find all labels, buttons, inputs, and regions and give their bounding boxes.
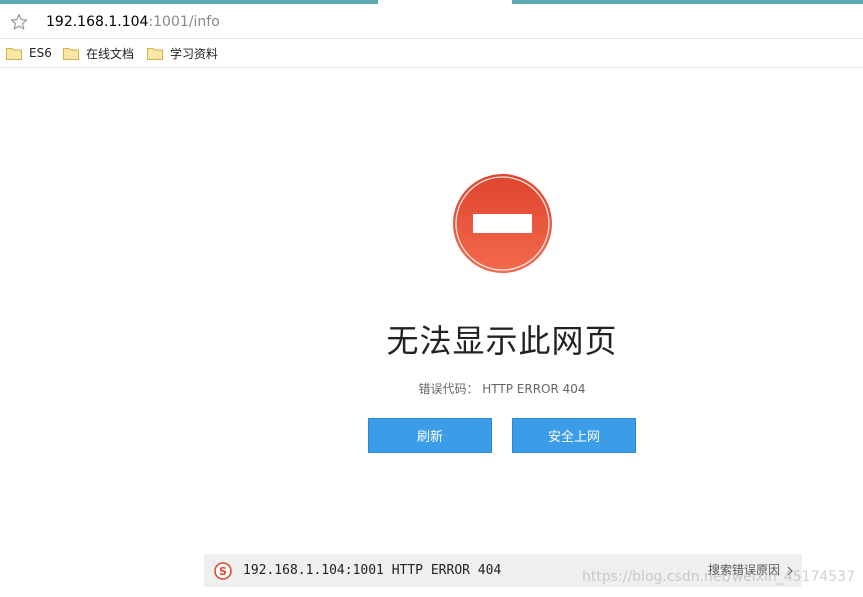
url-field[interactable]: 192.168.1.104:1001/info: [46, 13, 220, 31]
address-bar[interactable]: 192.168.1.104:1001/info: [0, 4, 863, 39]
folder-icon: [6, 47, 22, 60]
error-title: 无法显示此网页: [386, 322, 618, 360]
svg-text:S: S: [219, 565, 227, 578]
no-entry-icon: [453, 174, 552, 273]
bookmark-label: ES6: [29, 46, 52, 60]
sogou-icon: S: [214, 562, 232, 580]
error-code: 错误代码： HTTP ERROR 404: [418, 382, 586, 396]
bookmark-es6[interactable]: ES6: [6, 44, 52, 62]
url-path: :1001/info: [148, 14, 220, 30]
bookmarks-bar: ES6 在线文档 学习资料: [0, 39, 863, 68]
folder-icon: [63, 47, 79, 60]
url-host: 192.168.1.104: [46, 14, 149, 30]
bookmark-label: 在线文档: [86, 46, 135, 61]
safe-browse-button[interactable]: 安全上网: [512, 418, 636, 453]
star-icon[interactable]: [10, 13, 28, 31]
folder-icon: [147, 47, 163, 60]
bookmark-online-docs[interactable]: 在线文档: [63, 44, 134, 62]
bookmark-label: 学习资料: [170, 46, 219, 61]
watermark: https://blog.csdn.net/weixin_45174537: [581, 569, 855, 585]
bookmark-study-materials[interactable]: 学习资料: [147, 44, 218, 62]
search-query: 192.168.1.104:1001 HTTP ERROR 404: [243, 563, 502, 578]
refresh-button[interactable]: 刷新: [368, 418, 492, 453]
